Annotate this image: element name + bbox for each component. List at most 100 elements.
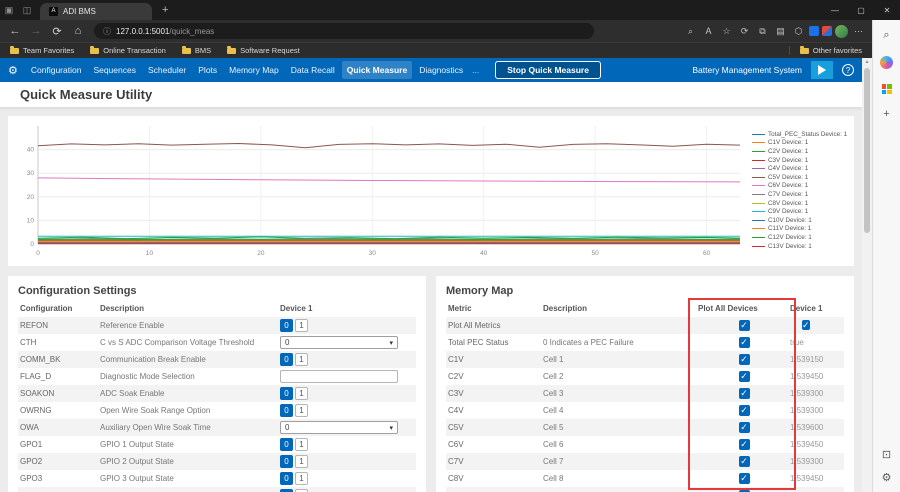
checked-checkbox[interactable]: ✓ xyxy=(739,388,750,399)
microsoft-365-icon[interactable] xyxy=(882,84,892,94)
metric-name: C8V xyxy=(448,474,543,483)
extension-badge-color[interactable] xyxy=(822,26,832,36)
nav-item-scheduler[interactable]: Scheduler xyxy=(143,61,191,79)
legend-item[interactable]: C12V Device: 1 xyxy=(752,233,850,242)
legend-item[interactable]: Total_PEC_Status Device: 1 xyxy=(752,130,850,139)
scrollbar-thumb[interactable] xyxy=(864,68,870,233)
nav-item-quick-measure[interactable]: Quick Measure xyxy=(342,61,412,79)
checked-checkbox[interactable]: ✓ xyxy=(739,337,750,348)
toggle-option-0[interactable]: 0 xyxy=(280,353,293,366)
collections-icon[interactable]: ▤ xyxy=(773,26,788,37)
checked-checkbox[interactable]: ✓ xyxy=(739,473,750,484)
new-tab-button[interactable]: + xyxy=(162,4,168,16)
settings-gear-icon[interactable]: ⚙ xyxy=(8,64,18,77)
nav-item-plots[interactable]: Plots xyxy=(193,61,222,79)
tab-actions-icon[interactable]: ◫ xyxy=(18,5,36,16)
config-dropdown[interactable]: 0▾ xyxy=(280,336,398,349)
legend-item[interactable]: C4V Device: 1 xyxy=(752,164,850,173)
nav-item-sequences[interactable]: Sequences xyxy=(88,61,141,79)
settings-gear-icon[interactable]: ⚙ xyxy=(882,473,892,484)
legend-item[interactable]: C3V Device: 1 xyxy=(752,156,850,165)
home-icon[interactable]: ⌂ xyxy=(69,25,87,37)
toggle-option-0[interactable]: 0 xyxy=(280,319,293,332)
favorite-item[interactable]: Software Request xyxy=(227,46,300,55)
settings-menu-icon[interactable]: ⋯ xyxy=(851,26,866,37)
nav-overflow-icon[interactable]: ... xyxy=(468,65,483,75)
back-icon[interactable]: ← xyxy=(6,25,24,37)
device-value: 1.539450 xyxy=(790,440,823,449)
toggle-option-1[interactable]: 1 xyxy=(295,387,308,400)
toggle-option-1[interactable]: 1 xyxy=(295,438,308,451)
toggle-option-1[interactable]: 1 xyxy=(295,455,308,468)
read-aloud-icon[interactable]: A xyxy=(701,26,716,36)
toggle-option-0[interactable]: 0 xyxy=(280,472,293,485)
config-dropdown[interactable]: 0▾ xyxy=(280,421,398,434)
checked-checkbox[interactable]: ✓ xyxy=(739,456,750,467)
workspaces-icon[interactable]: ▣ xyxy=(0,5,18,16)
nav-item-diagnostics[interactable]: Diagnostics xyxy=(414,61,468,79)
split-screen-icon[interactable]: ⧉ xyxy=(755,26,770,37)
other-favorites[interactable]: Other favorites xyxy=(789,46,862,55)
close-button[interactable]: ✕ xyxy=(874,0,900,20)
checked-checkbox[interactable]: ✓ xyxy=(739,422,750,433)
legend-item[interactable]: C13V Device: 1 xyxy=(752,242,850,251)
nav-item-configuration[interactable]: Configuration xyxy=(26,61,87,79)
toggle-option-0[interactable]: 0 xyxy=(280,387,293,400)
maximize-button[interactable]: ▢ xyxy=(848,0,874,20)
legend-item[interactable]: C1V Device: 1 xyxy=(752,139,850,148)
favorite-item[interactable]: Team Favorites xyxy=(10,46,74,55)
favorite-item[interactable]: Online Transaction xyxy=(90,46,166,55)
refresh-icon[interactable]: ⟳ xyxy=(48,25,66,38)
legend-item[interactable]: C9V Device: 1 xyxy=(752,207,850,216)
legend-item[interactable]: C10V Device: 1 xyxy=(752,216,850,225)
nav-item-memory-map[interactable]: Memory Map xyxy=(224,61,284,79)
site-info-icon[interactable]: ⓘ xyxy=(103,26,111,37)
favorites-items: Team Favorites Online Transaction BMS Softw… xyxy=(10,46,300,55)
config-text-input[interactable] xyxy=(280,370,398,383)
checked-checkbox[interactable]: ✓ xyxy=(739,371,750,382)
scroll-up-icon[interactable]: ▲ xyxy=(862,58,872,66)
toggle-option-0[interactable]: 0 xyxy=(280,438,293,451)
stop-quick-measure-button[interactable]: Stop Quick Measure xyxy=(495,61,601,79)
profile-avatar[interactable] xyxy=(835,25,848,38)
legend-item[interactable]: C8V Device: 1 xyxy=(752,199,850,208)
column-header: Configuration xyxy=(20,304,100,313)
help-icon[interactable]: ? xyxy=(842,64,854,76)
minimize-button[interactable]: — xyxy=(822,0,848,20)
checked-checkbox[interactable]: ✓ xyxy=(739,354,750,365)
toggle-option-0[interactable]: 0 xyxy=(280,455,293,468)
favorite-item[interactable]: BMS xyxy=(182,46,211,55)
nav-item-data-recall[interactable]: Data Recall xyxy=(286,61,340,79)
checked-checkbox[interactable]: ✓ xyxy=(739,320,750,331)
toggle-option-1[interactable]: 1 xyxy=(295,353,308,366)
folder-icon xyxy=(800,48,809,54)
checked-checkbox[interactable]: ✓ xyxy=(739,405,750,416)
checked-checkbox[interactable]: ✓ xyxy=(739,439,750,450)
legend-item[interactable]: C7V Device: 1 xyxy=(752,190,850,199)
extension-badge-blue[interactable] xyxy=(809,26,819,36)
favorite-star-icon[interactable]: ☆ xyxy=(719,26,734,37)
legend-item[interactable]: C5V Device: 1 xyxy=(752,173,850,182)
toggle-option-1[interactable]: 1 xyxy=(295,472,308,485)
toggle-option-0[interactable]: 0 xyxy=(280,404,293,417)
legend-item[interactable]: C2V Device: 1 xyxy=(752,147,850,156)
toggle-option-1[interactable]: 1 xyxy=(295,404,308,417)
address-bar[interactable]: ⓘ 127.0.0.1:5001/quick_meas xyxy=(94,23,594,39)
forward-icon[interactable]: → xyxy=(27,25,45,37)
zoom-icon[interactable]: ⌕ xyxy=(683,26,698,37)
legend-item[interactable]: C11V Device: 1 xyxy=(752,225,850,234)
legend-item[interactable]: C6V Device: 1 xyxy=(752,182,850,191)
copilot-icon[interactable] xyxy=(880,56,893,69)
extensions-icon[interactable]: ⬡ xyxy=(791,26,806,37)
screenshot-icon[interactable]: ⊡ xyxy=(882,450,891,461)
add-sidebar-item-icon[interactable]: + xyxy=(883,109,889,120)
sidebar-bottom: ⊡⚙ xyxy=(882,450,892,484)
tab-title: ADI BMS xyxy=(63,7,96,16)
toggle-option-1[interactable]: 1 xyxy=(295,319,308,332)
history-icon[interactable]: ⟳ xyxy=(737,26,752,37)
search-icon[interactable]: ⌕ xyxy=(883,30,889,41)
url-path: /quick_meas xyxy=(169,27,214,36)
page-scrollbar[interactable]: ▲ xyxy=(862,58,872,492)
checked-checkbox[interactable]: ✓ xyxy=(802,320,810,330)
browser-tab[interactable]: A ADI BMS xyxy=(40,3,152,20)
